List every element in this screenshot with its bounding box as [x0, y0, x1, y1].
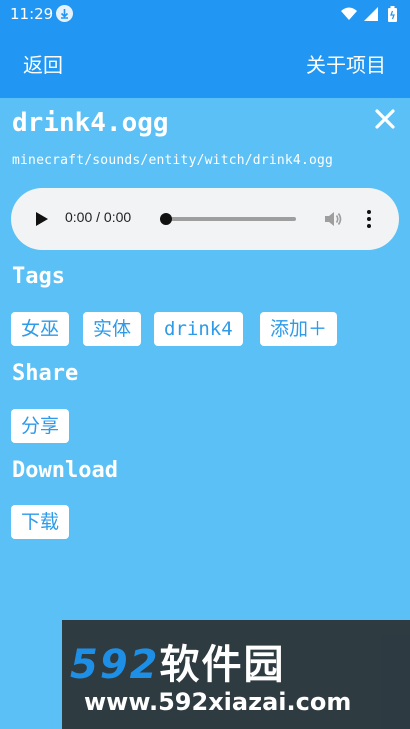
tag-chip[interactable]: 实体: [83, 312, 142, 346]
more-vert-icon[interactable]: [364, 209, 374, 229]
tag-chip[interactable]: drink4: [154, 312, 243, 346]
seek-thumb[interactable]: [160, 213, 172, 225]
app-bar: 返回 关于项目: [0, 28, 410, 98]
status-bar: 11:29: [0, 0, 410, 28]
signal-icon: [364, 7, 378, 21]
watermark-brand: 592软件园: [70, 632, 286, 690]
status-icons: [340, 5, 402, 23]
volume-icon[interactable]: [323, 209, 343, 229]
watermark-url: www.592xiazai.com: [84, 688, 352, 716]
status-time: 11:29: [10, 5, 54, 23]
battery-icon: [388, 6, 397, 22]
audio-player: 0:00 / 0:00: [11, 188, 399, 250]
audio-time: 0:00 / 0:00: [65, 209, 132, 225]
play-icon[interactable]: [35, 211, 49, 227]
tag-chip[interactable]: 女巫: [11, 312, 70, 346]
file-path: minecraft/sounds/entity/witch/drink4.ogg: [12, 153, 334, 168]
wifi-icon: [341, 7, 357, 20]
seek-bar[interactable]: [166, 217, 296, 221]
share-button[interactable]: 分享: [11, 409, 70, 443]
watermark-text: 软件园: [159, 642, 286, 688]
about-project-button[interactable]: 关于项目: [306, 49, 386, 78]
file-title: drink4.ogg: [12, 108, 169, 138]
watermark: 592软件园 www.592xiazai.com: [62, 620, 410, 729]
watermark-number: 592: [70, 642, 160, 688]
back-button[interactable]: 返回: [23, 49, 63, 78]
download-button[interactable]: 下载: [11, 505, 70, 539]
download-status-icon: [56, 5, 73, 22]
tags-heading: Tags: [12, 264, 65, 289]
close-icon[interactable]: [374, 108, 396, 130]
share-heading: Share: [12, 361, 79, 386]
add-tag-button[interactable]: 添加＋: [260, 312, 338, 346]
download-heading: Download: [12, 458, 118, 483]
